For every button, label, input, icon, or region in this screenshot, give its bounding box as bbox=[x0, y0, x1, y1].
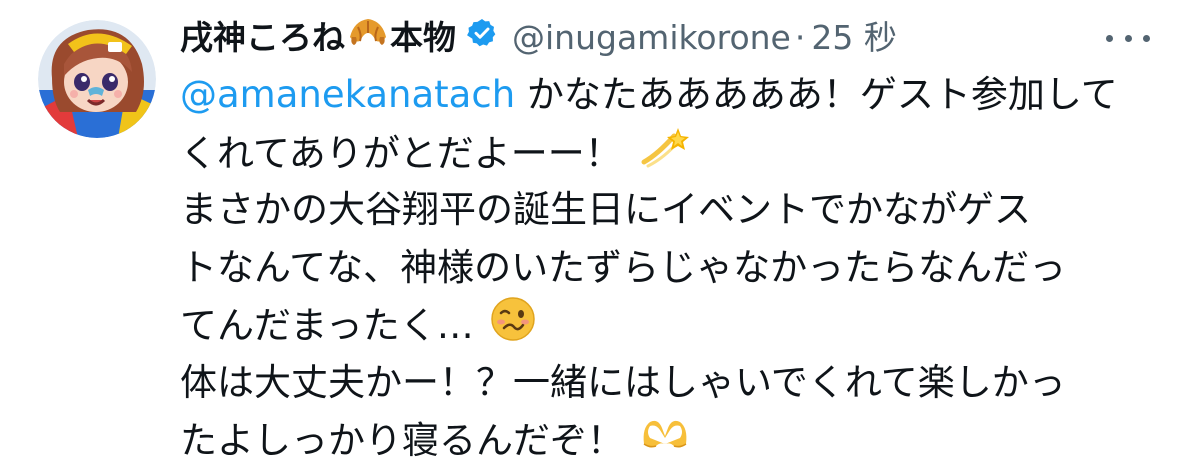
tweet-card[interactable]: 戌神ころね 本物 @inugamikorone · 25 秒 @amanekan… bbox=[0, 0, 1179, 462]
verified-badge-icon[interactable] bbox=[466, 12, 498, 64]
line-text: たよしっかり寝るんだぞ！ bbox=[180, 418, 624, 462]
line-text: 体は大丈夫かー！？一緒にはしゃいでくれて楽しかっ bbox=[180, 360, 1066, 404]
avatar-image bbox=[38, 20, 156, 138]
tweet-line: くれてありがとだよーー！ bbox=[180, 124, 1140, 182]
display-name[interactable]: 戌神ころね bbox=[180, 12, 345, 64]
tweet-line: まさかの大谷翔平の誕生日にイベントでかながゲス bbox=[180, 181, 1140, 239]
line-text: くれてありがとだよーー！ bbox=[180, 131, 622, 175]
woozy-face-emoji bbox=[490, 296, 536, 359]
line-text: かなたあああああ！ゲスト参加して bbox=[515, 73, 1118, 116]
tweet-text: @amanekanatach かなたあああああ！ゲスト参加して くれてありがとだ… bbox=[180, 66, 1140, 469]
line-text: てんだまったく… bbox=[180, 304, 474, 348]
tweet-line: 体は大丈夫かー！？一緒にはしゃいでくれて楽しかっ bbox=[180, 354, 1140, 412]
more-dot bbox=[1143, 34, 1150, 42]
tweet-header: 戌神ころね 本物 @inugamikorone · 25 秒 bbox=[180, 12, 1140, 64]
tweet-timestamp[interactable]: 25 秒 bbox=[811, 12, 896, 64]
tweet-line: てんだまったく… bbox=[180, 296, 1140, 354]
dizzy-emoji bbox=[638, 124, 690, 187]
tweet-line: たよしっかり寝るんだぞ！ bbox=[180, 412, 1140, 470]
author-handle[interactable]: @inugamikorone bbox=[512, 12, 791, 64]
tweet-line: トなんてな、神様のいたずらじゃなかったらなんだっ bbox=[180, 239, 1140, 297]
display-name-suffix[interactable]: 本物 bbox=[390, 12, 456, 64]
more-dot bbox=[1106, 34, 1113, 42]
separator-dot: · bbox=[794, 18, 806, 57]
croissant-emoji bbox=[348, 12, 388, 64]
more-options-icon[interactable] bbox=[1106, 26, 1150, 50]
mention-link[interactable]: @amanekanatach bbox=[180, 73, 515, 116]
heart-hands-emoji bbox=[640, 413, 690, 471]
avatar[interactable] bbox=[38, 20, 156, 138]
more-dot bbox=[1124, 34, 1132, 42]
tweet-line: @amanekanatach かなたあああああ！ゲスト参加して bbox=[180, 66, 1140, 124]
line-text: まさかの大谷翔平の誕生日にイベントでかながゲス bbox=[180, 188, 1031, 232]
line-text: トなんてな、神様のいたずらじゃなかったらなんだっ bbox=[180, 245, 1067, 289]
